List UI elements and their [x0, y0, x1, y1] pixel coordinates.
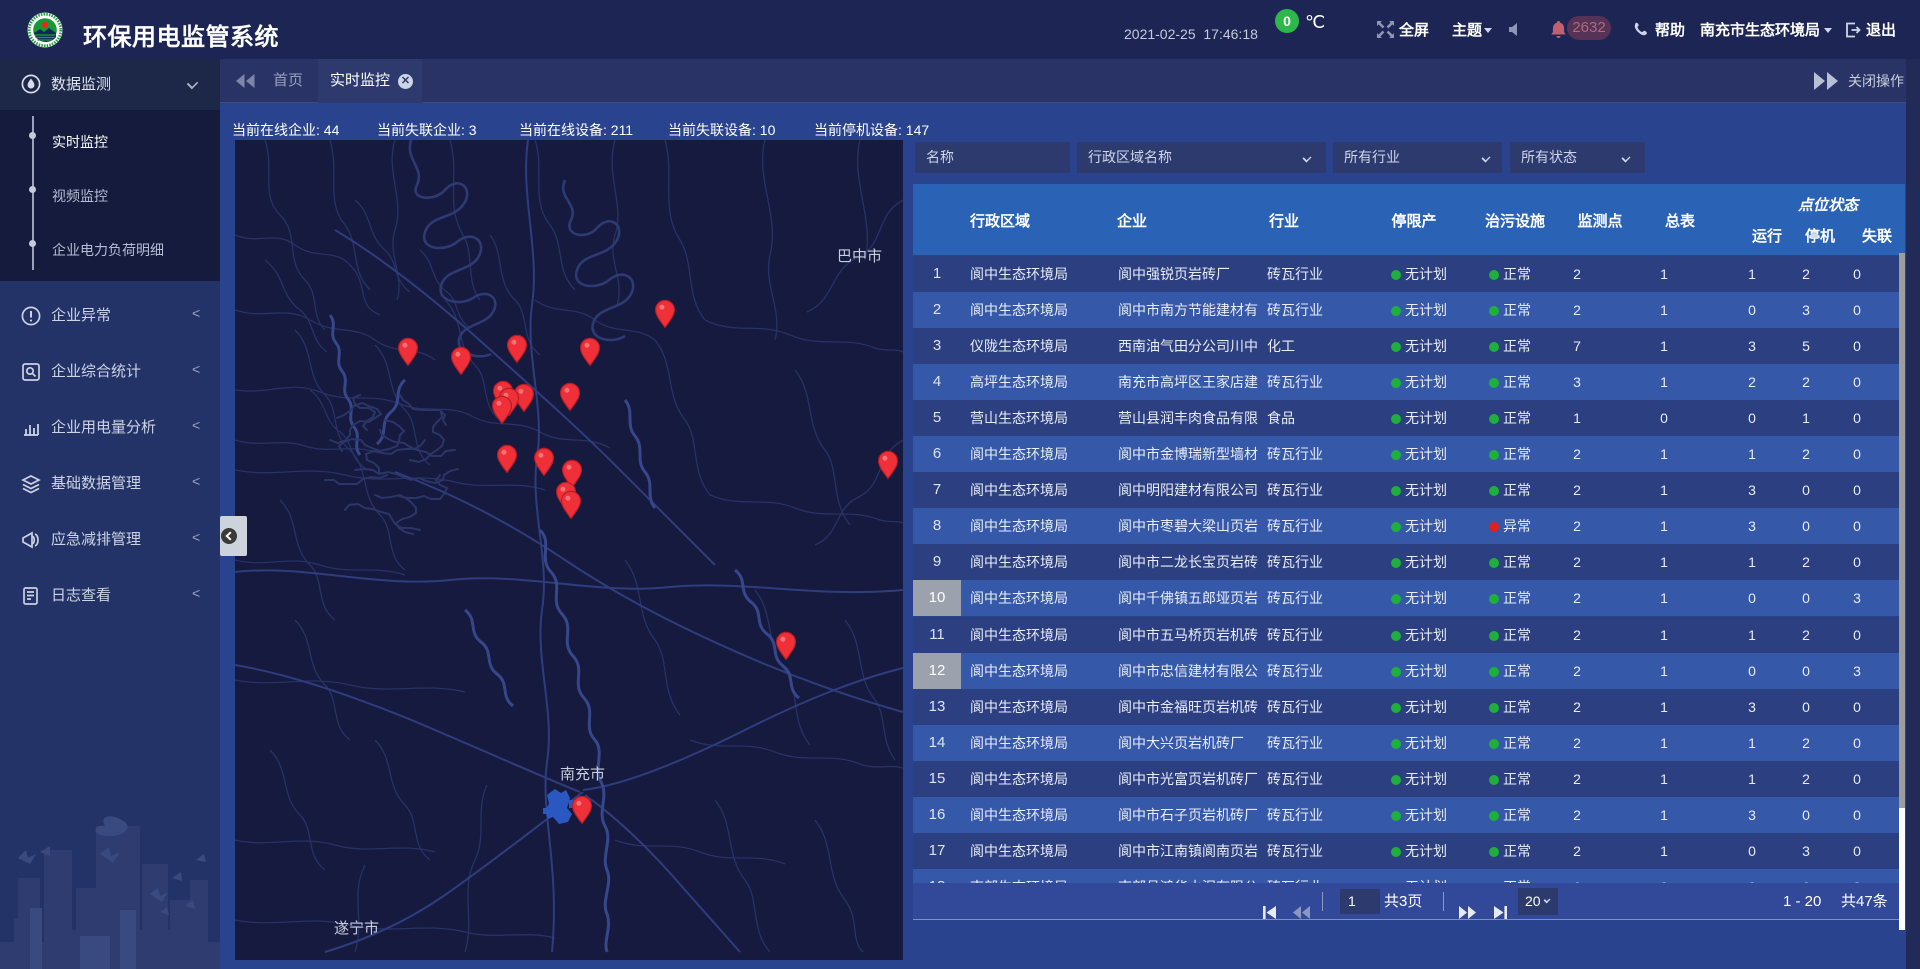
svg-text:遂宁市: 遂宁市 — [334, 920, 379, 937]
svg-text:南充市: 南充市 — [560, 766, 605, 783]
svg-text:巴中市: 巴中市 — [837, 248, 882, 265]
